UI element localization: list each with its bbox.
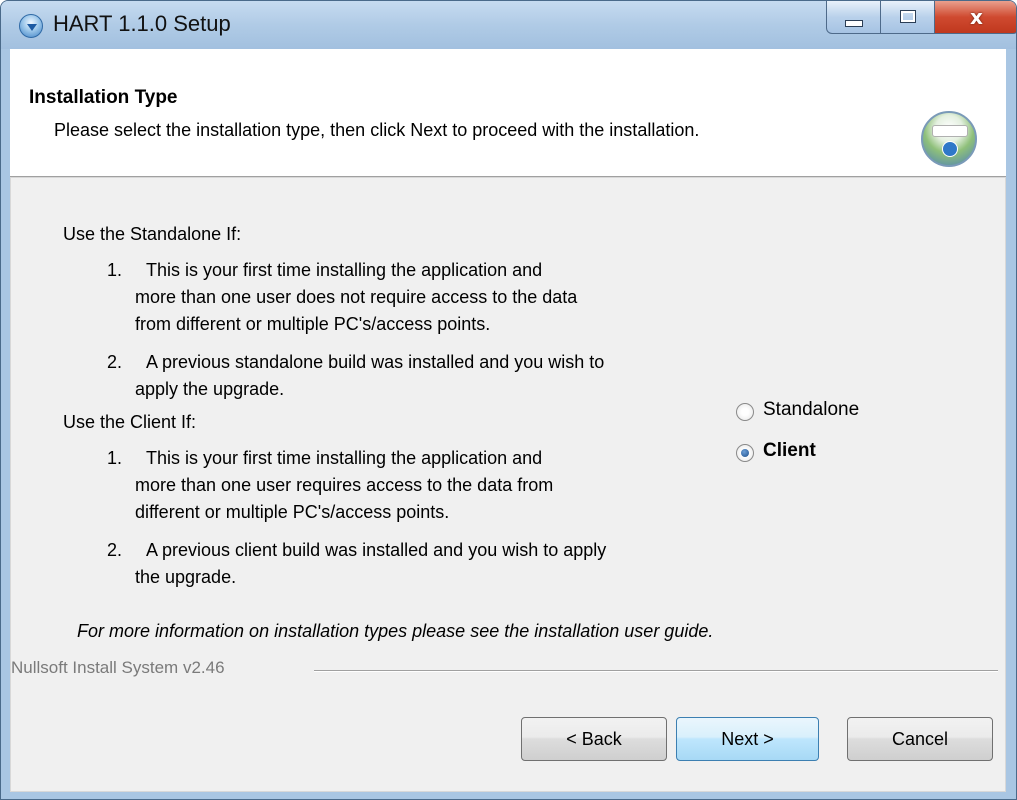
installer-branding: Nullsoft Install System v2.46 [11,658,225,677]
minimize-button[interactable] [826,1,881,34]
window-controls: x [826,1,1016,35]
separator-line [314,670,998,672]
help-footnote: For more information on installation typ… [77,621,714,641]
app-icon [19,14,43,38]
cancel-button[interactable]: Cancel [847,717,993,761]
window-title: HART 1.1.0 Setup [53,11,231,36]
client-radio-label[interactable]: Client [763,440,816,462]
installer-logo-icon [921,111,977,167]
page-subtitle: Please select the installation type, the… [54,120,700,140]
header-panel: Installation Type Please select the inst… [10,49,1006,177]
list-number: 1. [107,448,123,468]
installer-window: HART 1.1.0 Setup x Installation Type Ple… [0,0,1017,800]
standalone-radio[interactable] [736,403,754,421]
title-bar[interactable]: HART 1.1.0 Setup x [1,1,1016,49]
list-text: from different or multiple PC's/access p… [135,314,491,334]
list-text: This is your first time installing the a… [146,260,543,280]
download-arrow-icon [942,141,958,157]
client-radio[interactable] [736,444,754,462]
client-heading: Use the Client If: [63,412,197,432]
list-number: 1. [107,260,123,280]
page-title: Installation Type [29,87,178,108]
list-text: apply the upgrade. [135,379,285,399]
list-text: A previous client build was installed an… [146,540,607,560]
logo-band [932,125,968,137]
back-button[interactable]: < Back [521,717,667,761]
list-text: more than one user does not require acce… [135,287,578,307]
maximize-button[interactable] [881,1,935,34]
list-number: 2. [107,352,123,372]
list-text: This is your first time installing the a… [146,448,543,468]
list-text: different or multiple PC's/access points… [135,502,450,522]
minimize-icon [844,20,863,27]
maximize-icon [899,10,916,23]
close-button[interactable]: x [935,1,1016,34]
content-panel: Use the Standalone If: 1. This is your f… [10,177,1006,792]
close-icon: x [970,5,983,29]
list-text: more than one user requires access to th… [135,475,554,495]
next-button[interactable]: Next > [676,717,819,761]
standalone-radio-label[interactable]: Standalone [763,399,859,421]
standalone-heading: Use the Standalone If: [63,224,242,244]
list-number: 2. [107,540,123,560]
list-text: A previous standalone build was installe… [146,352,605,372]
list-text: the upgrade. [135,567,237,587]
